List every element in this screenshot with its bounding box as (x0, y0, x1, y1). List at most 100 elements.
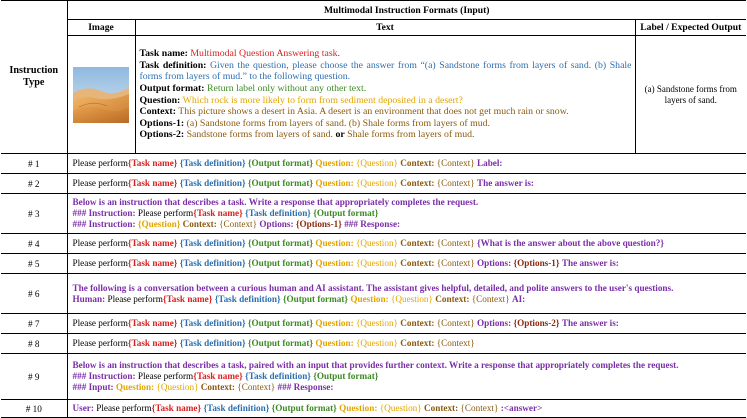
question-key-token: Question: (315, 158, 354, 168)
format-text: Below is an instruction that describes a… (67, 353, 747, 400)
question-token: {Question} (355, 338, 398, 348)
label-token: Label: (476, 158, 503, 168)
question-key-token: Question: (350, 293, 389, 304)
context-key-token: Context: (400, 318, 435, 328)
context-key-token: Context: (182, 219, 217, 229)
task-name-value: Multimodal Question Answering task. (190, 48, 340, 60)
context-key-token: Context: (435, 293, 470, 304)
output-format-token: {Output format} (247, 258, 314, 268)
expected-output-cell: (a) Sandstone forms from layers of sand. (635, 35, 747, 154)
task-definition-token: {Task definition} (179, 158, 246, 168)
task-name-line: Task name: Multimodal Question Answering… (140, 48, 632, 60)
task-name-token: {Task name} (193, 371, 243, 381)
options1-token: {Options-1} (513, 258, 560, 268)
answer-is-token: The answer is: (561, 318, 619, 328)
options2-key: Options-2: (139, 129, 185, 141)
context-key-token: Context: (200, 382, 235, 392)
task-definition-token: {Task definition} (214, 293, 281, 304)
question-key-token: Question: (315, 258, 354, 268)
row-number: # 1 (1, 153, 68, 174)
subheader-row: Image Text Label / Expected Output (1, 19, 747, 36)
human-token: Human: (72, 293, 106, 304)
question-key-token: Question: (315, 338, 354, 348)
output-format-token: {Output format} (313, 371, 379, 381)
question-token: {Question} (390, 293, 433, 304)
hash-input-token: ### Input: (72, 382, 114, 392)
options1-line: Options-1: (a) Sandstone forms from laye… (140, 118, 632, 130)
options1-value: (a) Sandstone forms from layers of sand.… (186, 117, 490, 129)
format-text: The following is a conversation between … (67, 273, 747, 314)
output-format-token: {Output format} (247, 238, 314, 248)
context-token: {Context} (436, 178, 475, 188)
format-row-2: # 2 Please perform{Task name} {Task defi… (1, 173, 747, 194)
options2-or: or (335, 129, 345, 141)
hash-instruction-token: ### Instruction: (72, 208, 136, 218)
question-token: {Question} (379, 403, 422, 413)
output-format-key: Output format: (139, 82, 205, 94)
task-name-token: {Task name} (162, 293, 213, 304)
options2-value-b: Shale forms from layers of mud. (347, 129, 475, 141)
row-number: # 4 (1, 233, 68, 254)
task-name-token: {Task name} (127, 338, 178, 348)
task-name-token: {Task name} (127, 318, 178, 328)
context-key-token: Context: (400, 338, 435, 348)
row-number: # 10 (1, 399, 68, 418)
row-number: # 3 (1, 193, 68, 234)
context-key: Context: (139, 106, 176, 118)
context-token: {Context} (436, 238, 475, 248)
output-format-token: {Output format} (282, 293, 349, 304)
perform-text: Please perform (96, 403, 152, 413)
question-token: {Question} (355, 318, 398, 328)
image-header: Image (67, 19, 136, 36)
task-definition-token: {Task definition} (203, 403, 270, 413)
intro-text: Below is an instruction that describes a… (72, 197, 479, 207)
task-definition-token: {Task definition} (179, 178, 246, 188)
task-name-token: {Task name} (127, 178, 178, 188)
format-row-3: # 3 Below is an instruction that describ… (1, 193, 747, 234)
context-value: This picture shows a desert in Asia. A d… (178, 106, 569, 118)
question-token: {Question} (355, 158, 398, 168)
page: Instruction Type Multimodal Instruction … (0, 0, 747, 418)
task-definition-token: {Task definition} (245, 208, 311, 218)
task-name-key: Task name: (139, 48, 188, 60)
output-format-token: {Output format} (247, 318, 314, 328)
format-row-5: # 5 Please perform{Task name} {Task defi… (1, 253, 747, 274)
task-definition-key: Task definition: (139, 59, 207, 71)
text-header: Text (135, 19, 636, 36)
row-number: # 5 (1, 253, 68, 274)
hash-instruction-token: ### Instruction: (72, 371, 136, 381)
question-token: {Question} (156, 382, 199, 392)
format-row-4: # 4 Please perform{Task name} {Task defi… (1, 233, 747, 254)
format-row-1: # 1 Please perform{Task name} {Task defi… (1, 153, 747, 174)
task-name-token: {Task name} (127, 258, 178, 268)
context-token: {Context} (237, 382, 276, 392)
options-key-token: Options: (476, 258, 512, 268)
perform-text: Please perform (72, 318, 128, 328)
context-line: Context: This picture shows a desert in … (140, 106, 632, 118)
format-row-7: # 7 Please perform{Task name} {Task defi… (1, 313, 747, 334)
image-cell (67, 35, 136, 154)
perform-text: Please perform (72, 178, 128, 188)
row-number: # 7 (1, 313, 68, 334)
row-number: # 6 (1, 273, 68, 314)
row-number: # 8 (1, 333, 68, 354)
format-row-8: # 8 Please perform{Task name} {Task defi… (1, 333, 747, 354)
example-text-cell: Task name: Multimodal Question Answering… (135, 35, 636, 154)
answer-tag-token: :<answer> (500, 403, 543, 413)
task-name-token: {Task name} (193, 208, 243, 218)
output-format-token: {Output format} (247, 158, 314, 168)
perform-text: Please perform (107, 293, 163, 304)
question-key-token: Question: (339, 403, 378, 413)
format-text: Please perform{Task name} {Task definiti… (67, 233, 747, 254)
desert-image (73, 66, 129, 123)
format-text: Please perform{Task name} {Task definiti… (67, 253, 747, 274)
context-key-token: Context: (400, 238, 435, 248)
context-key-token: Context: (400, 258, 435, 268)
options2-value-a: Sandstone forms from layers of sand. (186, 129, 333, 141)
options-key-token: Options: (476, 318, 512, 328)
context-key-token: Context: (400, 178, 435, 188)
output-format-line: Output format: Return label only without… (140, 83, 632, 95)
output-format-token: {Output format} (247, 178, 314, 188)
format-row-10: # 10 User: Please perform{Task name} {Ta… (1, 399, 747, 418)
task-definition-token: {Task definition} (245, 371, 311, 381)
